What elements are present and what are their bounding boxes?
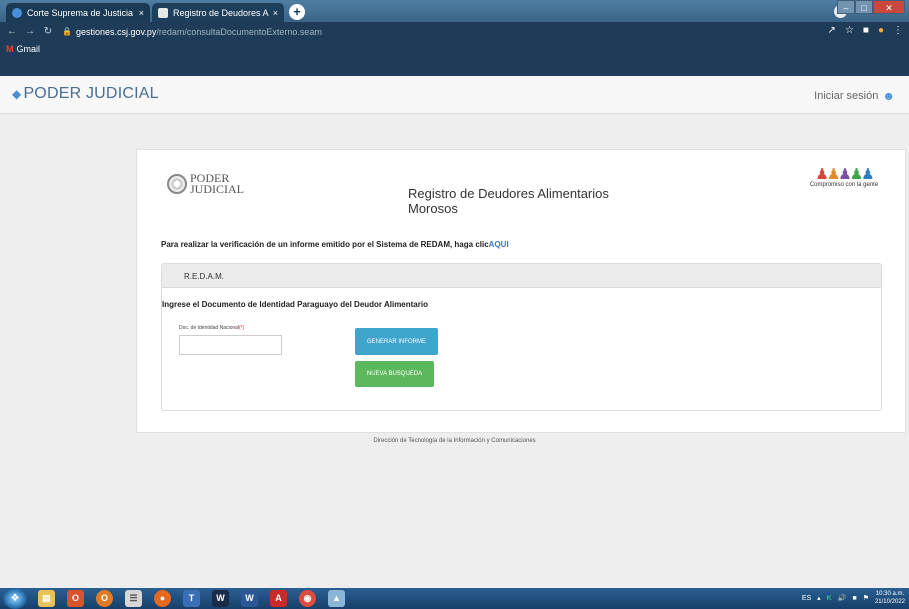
clock-time: 10:30 a.m. (875, 591, 905, 597)
logo-line2: JUDICIAL (190, 182, 244, 196)
word-icon[interactable]: W (241, 590, 258, 607)
window-controls: – □ ✕ (837, 0, 905, 14)
webex-icon[interactable]: W (212, 590, 229, 607)
seal-icon (167, 174, 187, 194)
poder-judicial-logo: PODER JUDICIAL (167, 172, 244, 196)
opera-icon[interactable]: O (96, 590, 113, 607)
panel-subtitle: Ingrese el Documento de Identidad Paragu… (162, 300, 428, 309)
login-link[interactable]: Iniciar sesión ☻ (814, 89, 895, 103)
compromiso-logo: ♟♟♟♟♟ Compromiso con la gente (801, 165, 887, 207)
document-icon (158, 7, 168, 18)
language-indicator[interactable]: ES (802, 595, 811, 602)
new-tab-button[interactable]: + (289, 4, 305, 20)
office-icon[interactable]: O (67, 590, 84, 607)
address-bar[interactable]: 🔒 gestiones.csj.gov.py/redam/consultaDoc… (62, 27, 322, 37)
close-window-icon[interactable]: ✕ (873, 0, 905, 14)
verify-link[interactable]: AQUI (489, 240, 509, 249)
brand-text: PODER JUDICIAL (23, 85, 159, 102)
share-icon[interactable]: ↗ (828, 25, 836, 36)
tab-label: Corte Suprema de Justicia - Pode (27, 7, 135, 18)
acrobat-icon[interactable]: A (270, 590, 287, 607)
site-brand[interactable]: ◆ PODER JUDICIAL (12, 85, 159, 103)
bookmark-gmail[interactable]: M Gmail (6, 44, 40, 54)
maximize-icon[interactable]: □ (855, 0, 873, 14)
lock-icon: 🔒 (62, 27, 72, 36)
firefox-icon[interactable]: ● (154, 590, 171, 607)
user-icon: ☻ (882, 89, 895, 103)
main-card: PODER JUDICIAL Registro de Deudores Alim… (136, 149, 906, 433)
back-icon[interactable]: ← (6, 26, 18, 37)
tab-label: Registro de Deudores Alimentari (173, 7, 269, 18)
volume-icon[interactable]: 🔊 (838, 594, 847, 602)
footer-text: Dirección de Tecnología de la Informació… (373, 438, 536, 444)
document-id-input[interactable] (179, 335, 282, 355)
close-icon[interactable]: × (273, 8, 278, 18)
teams-icon[interactable]: T (183, 590, 200, 607)
verify-text: Para realizar la verificación de un info… (161, 240, 489, 249)
gmail-icon: M (6, 44, 14, 54)
people-figures-icon: ♟♟♟♟♟ (815, 166, 874, 183)
clock-date: 21/10/2022 (874, 599, 905, 605)
site-header: ◆ PODER JUDICIAL Iniciar sesión ☻ (0, 76, 909, 114)
kaspersky-icon[interactable]: K (827, 595, 832, 602)
minimize-icon[interactable]: – (837, 0, 855, 14)
extensions-icon[interactable]: ■ (863, 25, 869, 36)
browser-tab-bar: Corte Suprema de Justicia - Pode × Regis… (0, 0, 909, 22)
globe-icon (12, 7, 22, 18)
profile-icon[interactable]: ● (878, 25, 884, 36)
menu-icon[interactable]: ⋮ (893, 25, 903, 36)
tab-redam[interactable]: Registro de Deudores Alimentari × (152, 3, 284, 22)
verify-instructions: Para realizar la verificación de un info… (161, 240, 509, 249)
redam-panel: R.E.D.A.M. Ingrese el Documento de Ident… (161, 263, 882, 411)
installer-icon[interactable]: ▲ (328, 590, 345, 607)
network-icon[interactable]: ■ (852, 595, 856, 602)
new-search-button[interactable]: NUEVA BUSQUEDA (355, 361, 434, 387)
flag-icon[interactable]: ⚑ (863, 594, 869, 602)
doc-label: Doc. de Identidad Nacional(*) (179, 325, 244, 331)
bookmark-label: Gmail (16, 44, 41, 54)
url-domain: gestiones.csj.gov.py (75, 26, 157, 37)
bookmarks-bar: M Gmail (0, 41, 909, 76)
chrome-icon[interactable]: ◉ (299, 590, 316, 607)
panel-title: R.E.D.A.M. (162, 264, 881, 288)
login-label: Iniciar sesión (814, 90, 879, 102)
doc-label-text: Doc. de Identidad Nacional (179, 325, 240, 331)
notepad-icon[interactable]: ☰ (125, 590, 142, 607)
required-marker: (*) (239, 325, 245, 331)
logo-icon: ◆ (12, 87, 22, 101)
system-tray: ES ▴ K 🔊 ■ ⚑ 10:30 a.m. 21/10/2022 (802, 590, 905, 606)
close-icon[interactable]: × (139, 8, 144, 18)
reload-icon[interactable]: ↻ (42, 26, 54, 37)
chevron-up-icon[interactable]: ▴ (817, 594, 821, 602)
clock[interactable]: 10:30 a.m. 21/10/2022 (875, 590, 905, 606)
url-path: /redam/consultaDocumentoExterno.seam (156, 26, 322, 37)
generate-report-button[interactable]: GENERAR INFORME (355, 328, 438, 355)
browser-toolbar: ← → ↻ 🔒 gestiones.csj.gov.py/redam/consu… (0, 22, 909, 41)
forward-icon[interactable]: → (24, 26, 36, 37)
windows-taskbar: ❖ ▤ O O ☰ ● T W W A ◉ ▲ ES ▴ K 🔊 ■ ⚑ 10:… (0, 588, 909, 609)
star-icon[interactable]: ☆ (845, 25, 854, 36)
tagline: Compromiso con la gente (809, 182, 879, 188)
start-button[interactable]: ❖ (3, 588, 27, 609)
page-title: Registro de Deudores Alimentarios Moroso… (408, 186, 609, 216)
tab-corte-suprema[interactable]: Corte Suprema de Justicia - Pode × (6, 3, 150, 22)
file-explorer-icon[interactable]: ▤ (38, 590, 55, 607)
